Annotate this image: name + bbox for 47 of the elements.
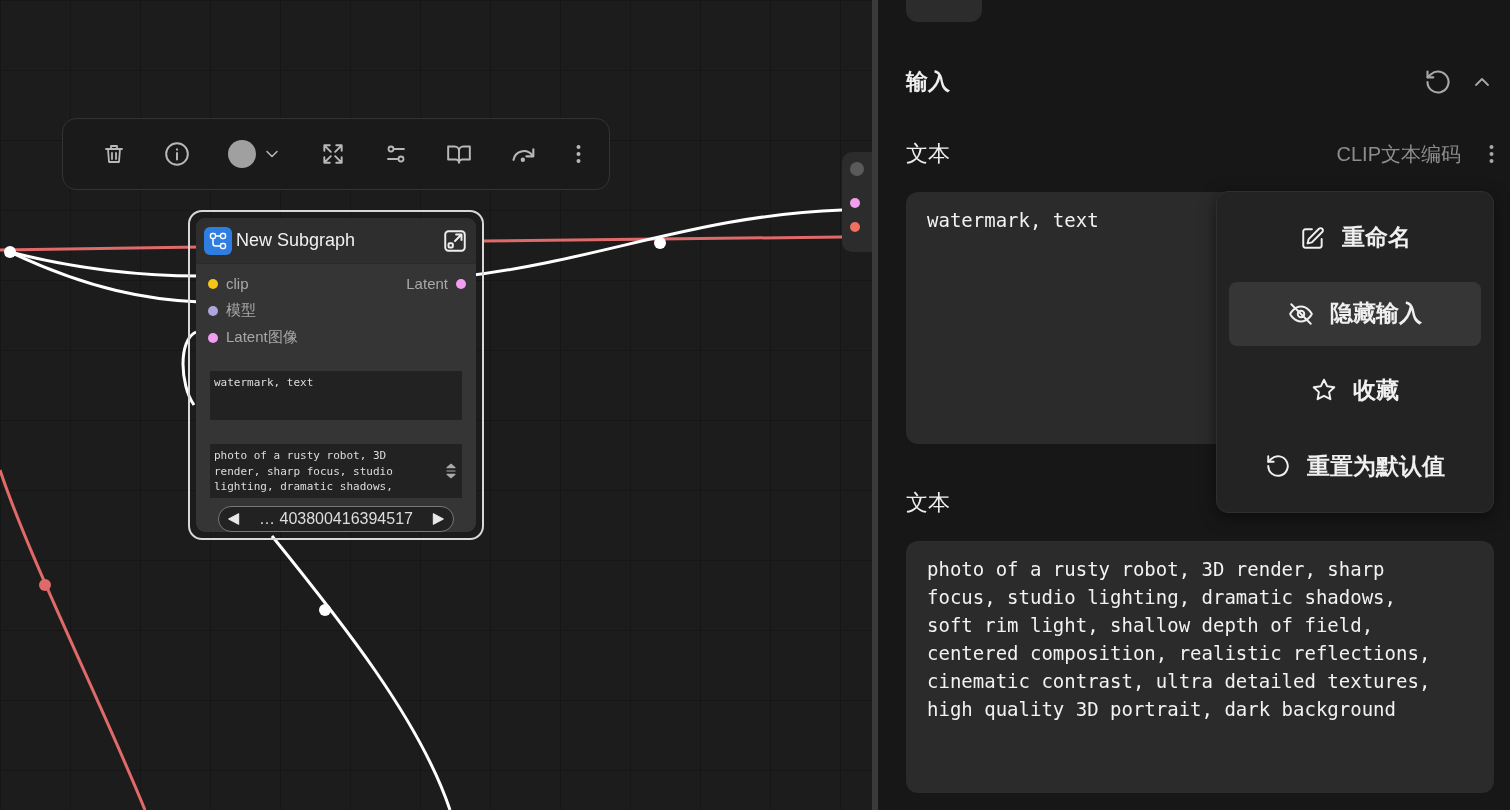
seed-value: … 403800416394517 (259, 510, 413, 529)
collapse-dot[interactable] (850, 162, 864, 176)
node-title: New Subgraph (236, 230, 357, 252)
right-triangle-icon (431, 512, 445, 527)
increment-button[interactable] (431, 512, 445, 527)
slot-label: 模型 (226, 301, 256, 321)
trash-icon (102, 142, 126, 166)
reset-icon (1265, 453, 1291, 480)
input-slot-dot[interactable] (850, 222, 860, 232)
input-slot-dot[interactable] (208, 332, 218, 343)
seed-field[interactable]: … 403800416394517 (218, 506, 454, 532)
scroll-arrows-icon (443, 463, 459, 480)
reset-button[interactable] (1424, 68, 1452, 96)
left-triangle-icon (227, 512, 241, 527)
input-slot-dot[interactable] (208, 305, 218, 316)
menu-item[interactable]: 重命名 (1229, 206, 1481, 270)
output-slot-dot[interactable] (456, 278, 466, 289)
node-edge[interactable] (842, 152, 872, 252)
wire-point[interactable] (4, 246, 16, 258)
input-slot-dot[interactable] (208, 278, 218, 289)
section-title: 输入 (906, 68, 951, 96)
text-area[interactable]: photo of a rusty robot, 3D render, sharp focus, studio lighting, dramatic shadows, soft rim light, shallow depth of field, centered composition, realistic reflections, cinematic contrast, ultra detailed textures, high quality 3D portrait, dark background (906, 541, 1494, 793)
node-source-label: CLIP文本编码 (1336, 141, 1461, 167)
slot-label: clip (226, 275, 249, 293)
open-subgraph-icon (442, 227, 468, 254)
edit-icon (1299, 224, 1326, 251)
expand-icon (320, 141, 346, 167)
menu-item[interactable]: 收藏 (1229, 358, 1481, 422)
menu-item[interactable]: 隐藏输入 (1229, 282, 1481, 346)
subgraph-node[interactable]: New Subgraph clip 模型 Latent图像 Latent watermark, text photo of a rusty robot, 3D render, sharp focus, studio lighting, dramatic shadows, … 403800416394517 (188, 210, 484, 540)
kebab-icon (1489, 143, 1494, 165)
param-label: 文本 (906, 489, 950, 517)
wire-point[interactable] (319, 604, 331, 616)
info-icon (164, 141, 190, 167)
reset-icon (1424, 68, 1452, 96)
slot-label: Latent图像 (226, 328, 298, 348)
wire-point[interactable] (654, 237, 666, 249)
slot-label: Latent (406, 275, 448, 293)
more-button[interactable] (1489, 143, 1494, 165)
input-slot-dot[interactable] (850, 198, 860, 208)
eye-slash-icon (1288, 300, 1314, 327)
param-label: 文本 (906, 140, 950, 168)
color-swatch (228, 140, 256, 168)
open-subgraph-button[interactable] (442, 227, 468, 254)
decrement-button[interactable] (227, 512, 241, 527)
kebab-icon (576, 143, 581, 165)
text-widget[interactable]: watermark, text (210, 371, 462, 421)
